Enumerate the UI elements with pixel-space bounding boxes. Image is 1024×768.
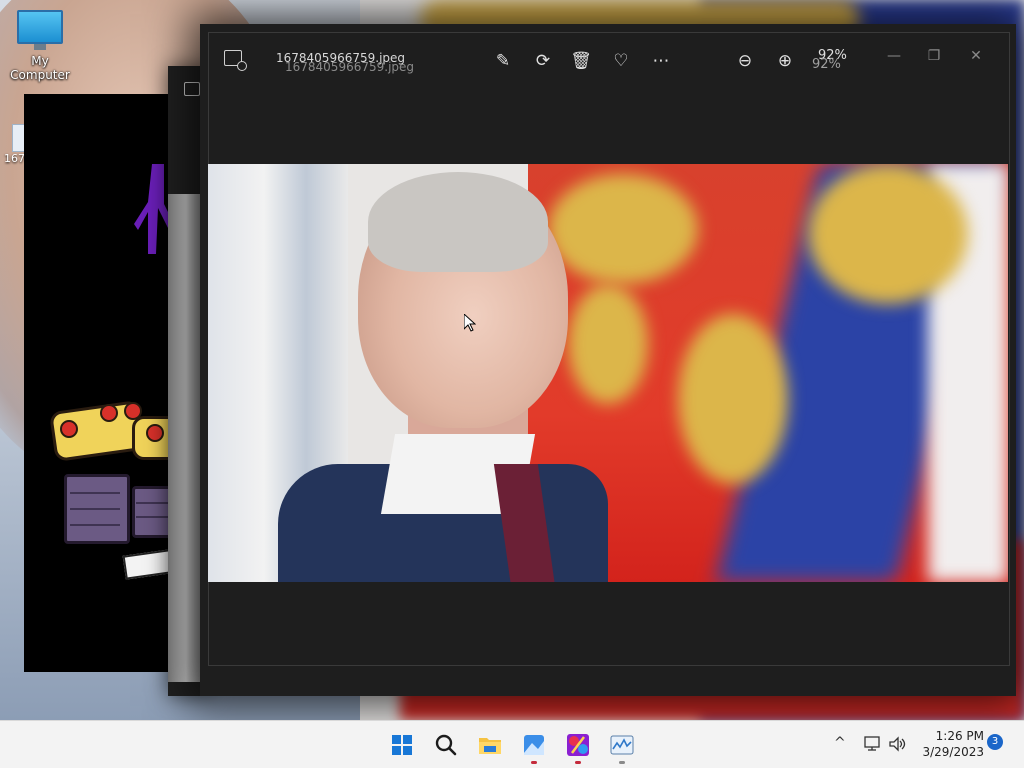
network-icon[interactable] — [864, 736, 882, 752]
photo-gold-emblem — [568, 284, 648, 404]
image-preview-strip — [168, 194, 204, 682]
taskbar: ^ 1:26 PM 3/29/2023 — [0, 720, 1024, 768]
file-explorer-button[interactable] — [474, 729, 506, 761]
photo-viewer-image[interactable] — [208, 164, 1008, 582]
tower-brick — [70, 492, 120, 494]
pepperoni — [100, 404, 118, 422]
pepperoni — [124, 402, 142, 420]
search-icon — [435, 734, 457, 756]
start-button[interactable] — [386, 729, 418, 761]
paint-app-button[interactable] — [562, 729, 594, 764]
pepperoni — [60, 420, 78, 438]
monitor-icon — [17, 10, 63, 50]
photos-taskbar-button[interactable] — [518, 729, 550, 764]
favorite-icon[interactable]: ♡ — [608, 48, 634, 74]
photos-app-icon — [224, 50, 247, 71]
start-icon — [392, 735, 412, 755]
search-button[interactable] — [430, 729, 462, 761]
tower-brick — [70, 508, 120, 510]
rotate-icon[interactable]: ⟳ — [530, 48, 556, 74]
photo-gold-emblem — [678, 314, 788, 484]
running-indicator — [575, 761, 581, 764]
task-manager-icon — [610, 735, 634, 755]
paint-app-icon — [567, 734, 589, 756]
zoom-level-ghost: 92% — [812, 57, 841, 72]
photo-hair — [368, 172, 548, 272]
running-indicator — [531, 761, 537, 764]
photos-app-icon — [184, 82, 200, 96]
more-icon[interactable]: ⋯ — [648, 48, 674, 74]
tower-brick — [136, 516, 170, 518]
desktop-icon-my-computer[interactable]: My Computer — [2, 10, 78, 82]
photos-titlebar[interactable]: 1678405966759.jpeg 1678405966759.jpeg ✎ … — [208, 32, 1008, 92]
file-explorer-icon — [479, 738, 501, 754]
maximize-button[interactable]: ❐ — [924, 46, 944, 66]
clock-time: 1:26 PM — [935, 729, 984, 743]
clock-date: 3/29/2023 — [922, 745, 984, 759]
photo-gold-emblem — [808, 164, 968, 304]
volume-icon[interactable] — [888, 736, 906, 752]
tower-brick — [136, 502, 170, 504]
background-image-window[interactable] — [24, 94, 182, 672]
minimize-button[interactable]: — — [884, 46, 904, 66]
pepperoni — [146, 424, 164, 442]
system-clock[interactable]: 1:26 PM 3/29/2023 — [918, 728, 984, 760]
show-hidden-icons-button[interactable]: ^ — [834, 735, 846, 751]
edit-image-icon[interactable]: ✎ — [490, 48, 516, 74]
tower-brick — [70, 524, 120, 526]
photo-gold-emblem — [548, 174, 698, 284]
close-button[interactable]: ✕ — [966, 46, 986, 66]
delete-icon[interactable]: 🗑 — [568, 48, 594, 74]
zoom-in-icon[interactable]: ⊕ — [772, 48, 798, 74]
photos-icon — [524, 735, 544, 755]
window-title-ghost: 1678405966759.jpeg — [285, 60, 415, 74]
photos-window[interactable]: 1678405966759.jpeg 1678405966759.jpeg ✎ … — [200, 24, 1016, 696]
notification-badge[interactable]: 3 — [987, 734, 1003, 750]
task-manager-button[interactable] — [606, 729, 638, 764]
desktop-icon-label: My Computer — [10, 54, 70, 82]
mouse-cursor-icon — [464, 314, 476, 332]
zoom-out-icon[interactable]: ⊖ — [732, 48, 758, 74]
running-indicator — [619, 761, 625, 764]
